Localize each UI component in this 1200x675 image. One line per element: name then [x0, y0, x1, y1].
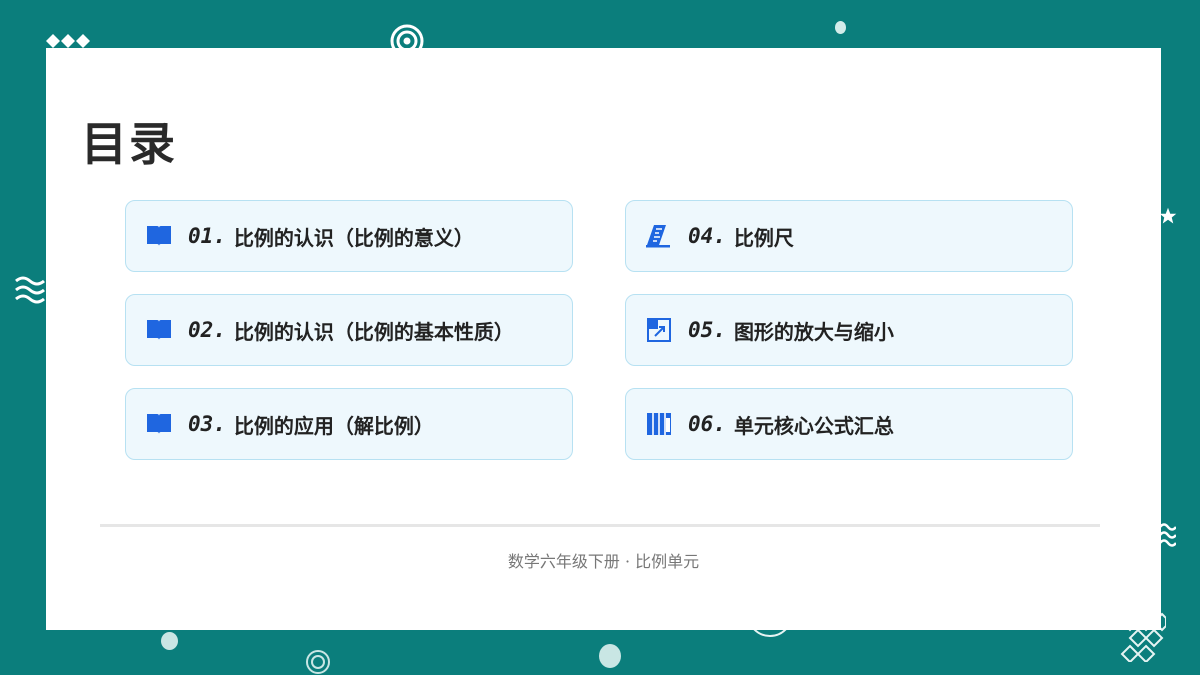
page-title: 目录 — [81, 117, 177, 171]
dot-decoration-bottom-left — [161, 632, 178, 650]
waves-decoration-right — [1160, 523, 1176, 547]
toc-item-number: 06. — [688, 412, 726, 436]
book-icon — [146, 223, 172, 249]
dot-decoration — [835, 21, 846, 34]
toc-item-number: 02. — [188, 318, 226, 342]
diamonds-decoration — [46, 34, 90, 48]
star-decoration — [1159, 207, 1177, 224]
book-icon — [146, 411, 172, 437]
footer-text: 数学六年级下册 · 比例单元 — [507, 552, 700, 571]
toc-item-number: 03. — [188, 412, 226, 436]
toc-item-label: 比例的认识（比例的意义） — [233, 225, 474, 250]
toc-item-03[interactable]: 03. 比例的应用（解比例） — [125, 388, 573, 460]
formula-icon — [646, 411, 672, 437]
toc-item-number: 01. — [188, 224, 226, 248]
spiral-decoration — [306, 650, 330, 674]
dot-decoration-bottom — [599, 644, 621, 668]
toc-item-05[interactable]: 05. 图形的放大与缩小 — [625, 294, 1073, 366]
toc-item-06[interactable]: 06. 单元核心公式汇总 — [625, 388, 1073, 460]
toc-item-label: 单元核心公式汇总 — [733, 413, 894, 438]
book-icon — [146, 317, 172, 343]
divider — [100, 524, 1100, 527]
slide-panel: 目录 01. 比例的认识（比例的意义） 02. 比例的认识（比例的基本性质） 0… — [46, 48, 1161, 630]
waves-decoration — [15, 276, 45, 304]
toc-item-label: 比例尺 — [733, 225, 794, 250]
toc-item-04[interactable]: 04. 比例尺 — [625, 200, 1073, 272]
toc-item-number: 04. — [688, 224, 726, 248]
ruler-icon — [646, 223, 672, 249]
toc-item-number: 05. — [688, 318, 726, 342]
toc-item-label: 图形的放大与缩小 — [733, 319, 894, 344]
toc-item-label: 比例的应用（解比例） — [233, 413, 434, 438]
toc-item-01[interactable]: 01. 比例的认识（比例的意义） — [125, 200, 573, 272]
toc-item-label: 比例的认识（比例的基本性质） — [233, 319, 514, 344]
enlarge-icon — [646, 317, 672, 343]
toc-item-02[interactable]: 02. 比例的认识（比例的基本性质） — [125, 294, 573, 366]
